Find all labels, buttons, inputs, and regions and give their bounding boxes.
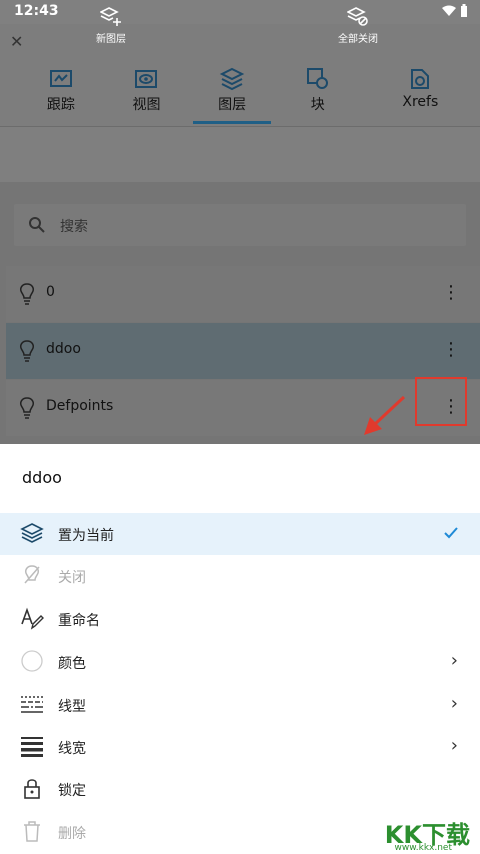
tab-label: 视图 <box>132 97 161 113</box>
checkmark-icon <box>444 527 458 539</box>
annotation-arrow-icon <box>364 395 406 435</box>
close-all-button[interactable]: 全部关闭 <box>338 6 378 45</box>
menu-item-linetype[interactable]: 线型 › <box>0 684 480 726</box>
wifi-icon <box>442 5 457 16</box>
watermark-url: www.kkx.net <box>394 843 453 853</box>
new-layer-button[interactable]: 新图层 <box>96 6 126 45</box>
trash-icon <box>24 821 40 842</box>
more-options-icon[interactable]: ⋮ <box>442 339 460 360</box>
layers-current-icon <box>20 523 44 543</box>
menu-item-set-current[interactable]: 置为当前 <box>0 513 480 555</box>
tab-block[interactable]: 块 <box>275 60 361 126</box>
tab-label: 块 <box>310 97 325 113</box>
menu-item-label: 线宽 <box>58 741 86 757</box>
tab-layers[interactable]: 图层 <box>189 60 275 126</box>
menu-item-lock[interactable]: 锁定 <box>0 768 480 810</box>
layer-toolbar <box>0 126 480 183</box>
close-all-label: 全部关闭 <box>338 34 378 45</box>
layer-row[interactable]: 0 ⋮ <box>6 266 480 322</box>
menu-item-label: 线型 <box>58 699 86 715</box>
layer-row[interactable]: Defpoints ⋮ <box>6 380 480 436</box>
menu-item-label: 锁定 <box>58 783 86 799</box>
chevron-right-icon: › <box>450 735 458 756</box>
menu-item-label: 置为当前 <box>58 528 114 544</box>
search-icon <box>29 217 45 233</box>
layer-name: Defpoints <box>46 398 114 414</box>
search-placeholder: 搜索 <box>60 219 88 235</box>
menu-item-label: 重命名 <box>58 613 100 629</box>
lineweight-icon <box>21 737 43 757</box>
menu-item-color[interactable]: 颜色 › <box>0 641 480 683</box>
status-bar: 12:43 <box>0 0 480 24</box>
chevron-right-icon: › <box>450 650 458 671</box>
view-icon <box>135 70 158 88</box>
layer-name: ddoo <box>46 341 81 357</box>
battery-icon <box>461 4 467 17</box>
search-input[interactable]: 搜索 <box>14 204 466 246</box>
linetype-icon <box>21 696 43 713</box>
status-icons <box>442 4 468 20</box>
status-time: 12:43 <box>14 3 59 19</box>
close-all-icon <box>347 7 368 26</box>
menu-item-rename[interactable]: 重命名 <box>0 598 480 640</box>
tab-label: 跟踪 <box>46 97 75 113</box>
bulb-icon <box>20 397 34 419</box>
tab-bar: 跟踪 视图 图层 块 Xrefs <box>0 60 480 126</box>
tab-xrefs[interactable]: Xrefs <box>361 60 480 126</box>
more-options-icon[interactable]: ⋮ <box>442 282 460 303</box>
block-icon <box>306 68 328 89</box>
menu-item-label: 删除 <box>58 826 86 842</box>
lock-icon <box>24 779 40 799</box>
menu-item-turn-off[interactable]: 关闭 <box>0 555 480 597</box>
highlight-box <box>415 377 467 426</box>
color-circle-icon <box>21 650 43 672</box>
layers-icon <box>219 67 245 91</box>
active-tab-indicator <box>193 121 271 124</box>
menu-item-label: 关闭 <box>58 570 86 586</box>
sheet-title: ddoo <box>22 468 62 487</box>
close-icon[interactable]: ✕ <box>10 32 23 51</box>
bulb-off-icon <box>24 565 40 584</box>
layer-name: 0 <box>46 284 55 300</box>
tab-label: 图层 <box>218 97 247 113</box>
tab-track[interactable]: 跟踪 <box>18 60 104 126</box>
new-layer-label: 新图层 <box>96 34 126 45</box>
tab-label: Xrefs <box>402 94 439 110</box>
tab-view[interactable]: 视图 <box>104 60 190 126</box>
bulb-icon <box>20 283 34 305</box>
track-icon <box>49 70 72 87</box>
layer-row[interactable]: ddoo ⋮ <box>6 323 480 379</box>
menu-item-label: 颜色 <box>58 656 86 672</box>
chevron-right-icon: › <box>450 693 458 714</box>
new-layer-icon <box>100 7 121 26</box>
menu-item-lineweight[interactable]: 线宽 › <box>0 726 480 768</box>
rename-icon <box>21 607 44 630</box>
xrefs-icon <box>411 69 430 89</box>
bulb-icon <box>20 340 34 362</box>
